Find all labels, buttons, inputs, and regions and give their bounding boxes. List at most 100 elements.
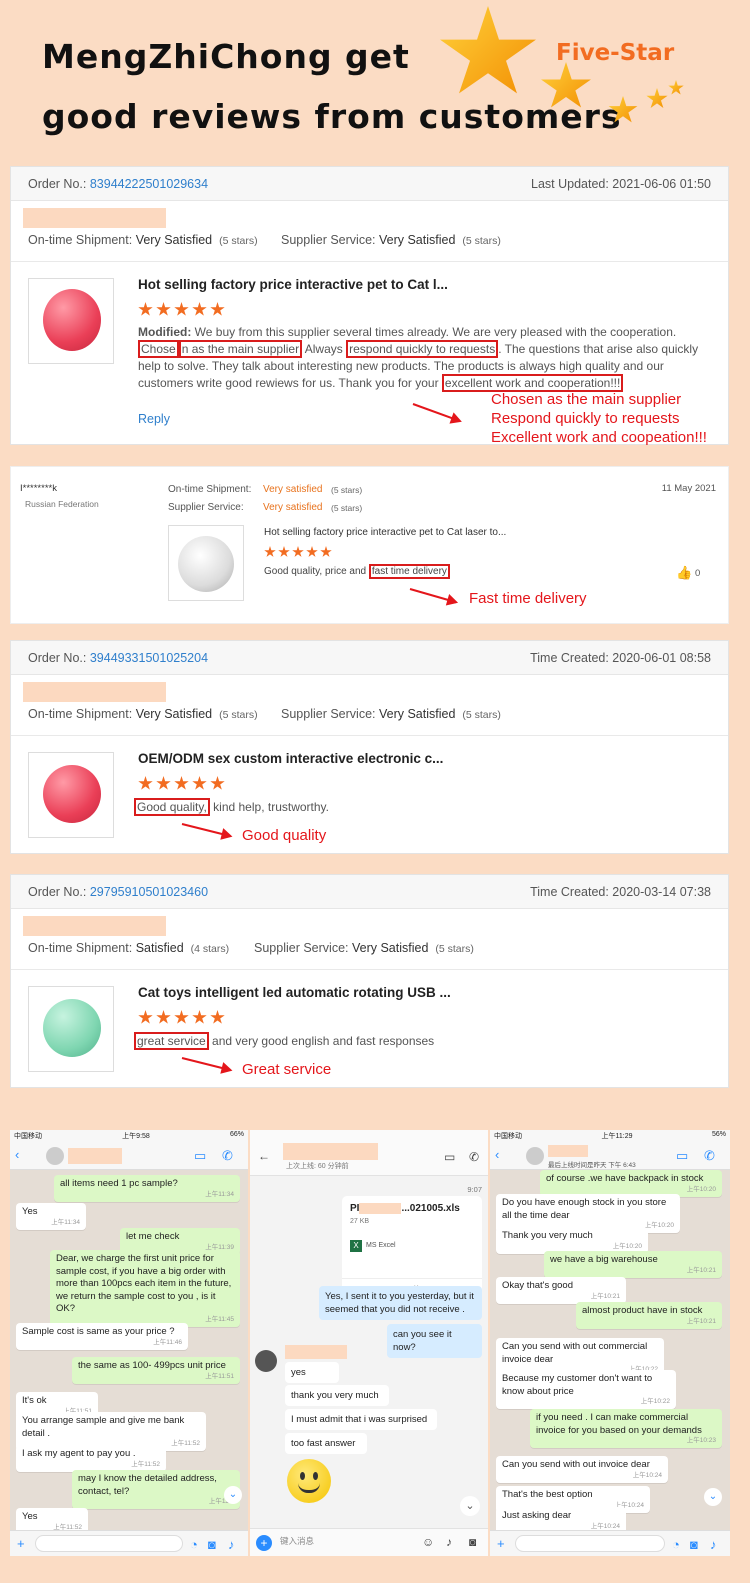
star-icon bbox=[264, 546, 276, 557]
eye bbox=[313, 1472, 318, 1480]
back-icon[interactable]: ‹ bbox=[15, 1148, 19, 1161]
chat-message: yes bbox=[285, 1362, 339, 1383]
product-thumbnail[interactable] bbox=[28, 752, 114, 838]
sticker-icon[interactable]: ◔ bbox=[672, 1538, 680, 1551]
microphone-icon[interactable]: ♪ bbox=[228, 1538, 235, 1551]
microphone-icon[interactable]: ♪ bbox=[446, 1536, 452, 1548]
status-bar: 中国移动 上午11:29 56% bbox=[490, 1130, 730, 1142]
redacted-name bbox=[285, 1345, 347, 1359]
status-time: 上午11:29 bbox=[601, 1133, 633, 1140]
supplier-stars: (5 stars) bbox=[462, 235, 501, 247]
microphone-icon[interactable]: ♪ bbox=[710, 1538, 717, 1551]
modified-label: Modified: bbox=[138, 325, 192, 339]
like-count: 0 bbox=[695, 568, 701, 579]
review-text-part: Always bbox=[302, 342, 347, 356]
chat-input-bar: + ◔ ◙ ♪ bbox=[490, 1530, 730, 1556]
supplier-value: Very Satisfied bbox=[378, 233, 456, 247]
message-time: 上午11:46 bbox=[153, 1338, 182, 1346]
message-text: Sample cost is same as your price ? bbox=[22, 1326, 175, 1337]
chat-message: Okay that's good 上午10:21 bbox=[496, 1277, 626, 1304]
product-title[interactable]: OEM/ODM sex custom interactive electroni… bbox=[138, 751, 443, 766]
avatar[interactable] bbox=[46, 1147, 64, 1165]
camera-icon[interactable]: ◙ bbox=[690, 1538, 698, 1551]
thumbs-up-icon[interactable]: 👍 bbox=[676, 565, 692, 581]
shipment-rating: On-time Shipment: bbox=[168, 484, 251, 495]
video-call-icon[interactable]: ▭ bbox=[676, 1149, 688, 1162]
order-number: Order No.: 29795910501023460 bbox=[28, 885, 208, 899]
message-input[interactable]: 键入消息 bbox=[280, 1535, 314, 1547]
product-title[interactable]: Hot selling factory price interactive pe… bbox=[264, 527, 506, 538]
message-time: 上午11:52 bbox=[131, 1460, 160, 1468]
message-text: may I know the detailed address, contact… bbox=[78, 1473, 217, 1497]
star-icon bbox=[210, 776, 225, 790]
order-label: Order No.: bbox=[28, 651, 87, 665]
supplier-rating: Supplier Service: Very Satisfied (5 star… bbox=[281, 233, 501, 247]
annotation-fast-delivery: Fast time delivery bbox=[469, 590, 587, 607]
message-time: 上午10:22 bbox=[640, 1398, 670, 1405]
scroll-down-icon[interactable]: ⌄ bbox=[460, 1496, 480, 1516]
chat-message: if you need . I can make commercial invo… bbox=[530, 1409, 722, 1448]
review-text: great service and very good english and … bbox=[134, 1032, 434, 1050]
star-icon bbox=[138, 776, 153, 790]
scroll-down-icon[interactable]: ⌄ bbox=[704, 1488, 722, 1506]
redacted-name bbox=[23, 682, 166, 702]
order-link[interactable]: 83944222501029634 bbox=[90, 177, 208, 191]
video-call-icon[interactable]: ▭ bbox=[194, 1149, 206, 1162]
camera-icon[interactable]: ◙ bbox=[208, 1538, 216, 1551]
emoji-icon[interactable]: ☺ bbox=[422, 1536, 434, 1548]
product-thumbnail[interactable] bbox=[168, 525, 244, 601]
divider bbox=[11, 969, 728, 970]
message-input[interactable] bbox=[515, 1535, 665, 1552]
message-text: Can you send with out commercial invoice… bbox=[502, 1341, 648, 1365]
product-title[interactable]: Cat toys intelligent led automatic rotat… bbox=[138, 985, 451, 1000]
message-input[interactable] bbox=[35, 1535, 183, 1552]
phone-call-icon[interactable]: ✆ bbox=[469, 1151, 479, 1163]
message-time: 上午10:20 bbox=[612, 1242, 642, 1250]
chat-message: all items need 1 pc sample? 上午11:34 bbox=[54, 1175, 240, 1202]
reply-link[interactable]: Reply bbox=[138, 412, 170, 426]
scroll-down-icon[interactable]: ⌄ bbox=[224, 1486, 242, 1504]
message-time: 上午10:21 bbox=[686, 1266, 716, 1274]
plus-icon[interactable]: + bbox=[256, 1535, 272, 1551]
order-link[interactable]: 29795910501023460 bbox=[90, 885, 208, 899]
supplier-label: Supplier Service: bbox=[254, 941, 349, 955]
message-text: Can you send with out invoice dear bbox=[502, 1459, 650, 1470]
star-icon bbox=[278, 546, 290, 557]
chat-message: Dear, we charge the first unit price for… bbox=[50, 1250, 240, 1327]
order-link[interactable]: 39449331501025204 bbox=[90, 651, 208, 665]
star-icon bbox=[138, 302, 153, 316]
supplier-value: Very Satisfied bbox=[378, 707, 456, 721]
highlight-respond: respond quickly to requests bbox=[346, 340, 499, 358]
shipment-stars: (5 stars) bbox=[219, 235, 258, 247]
avatar[interactable] bbox=[526, 1147, 544, 1165]
product-title[interactable]: Hot selling factory price interactive pe… bbox=[138, 277, 448, 292]
sticker-icon[interactable]: ◔ bbox=[190, 1538, 198, 1551]
rating-stars bbox=[264, 546, 332, 558]
redacted-file bbox=[359, 1203, 402, 1214]
battery: 56% bbox=[711, 1131, 726, 1138]
product-thumbnail[interactable] bbox=[28, 986, 114, 1072]
supplier-value: Very Satisfied bbox=[351, 941, 429, 955]
message-time: 上午10:21 bbox=[590, 1292, 620, 1300]
shipment-value: Satisfied bbox=[135, 941, 184, 955]
message-time: 上午10:23 bbox=[686, 1437, 716, 1444]
plus-icon[interactable]: + bbox=[17, 1537, 25, 1550]
phone-call-icon[interactable]: ✆ bbox=[222, 1149, 233, 1162]
phone-call-icon[interactable]: ✆ bbox=[704, 1149, 715, 1162]
review-text: Modified: We buy from this supplier seve… bbox=[138, 324, 703, 392]
file-attachment[interactable]: PI...021005.xls 27 KB X MS Excel 下载 bbox=[342, 1196, 482, 1300]
video-call-icon[interactable]: ▭ bbox=[444, 1151, 455, 1163]
plus-icon[interactable]: + bbox=[497, 1537, 505, 1550]
back-arrow-icon[interactable]: ← bbox=[258, 1150, 270, 1162]
file-size: 27 KB bbox=[350, 1218, 370, 1225]
back-icon[interactable]: ‹ bbox=[495, 1148, 499, 1161]
annotation-1: Chosen as the main supplier bbox=[491, 391, 682, 408]
annotation-great-service: Great service bbox=[242, 1061, 332, 1078]
shipment-label: On-time Shipment: bbox=[28, 233, 133, 247]
chat-message: I must admit that i was surprised bbox=[285, 1409, 437, 1430]
buyer-name: I********k bbox=[20, 483, 57, 494]
message-text: of course .we have backpack in stock bbox=[546, 1173, 704, 1184]
avatar[interactable] bbox=[255, 1350, 277, 1372]
camera-icon[interactable]: ◙ bbox=[469, 1536, 476, 1548]
product-thumbnail[interactable] bbox=[28, 278, 114, 364]
